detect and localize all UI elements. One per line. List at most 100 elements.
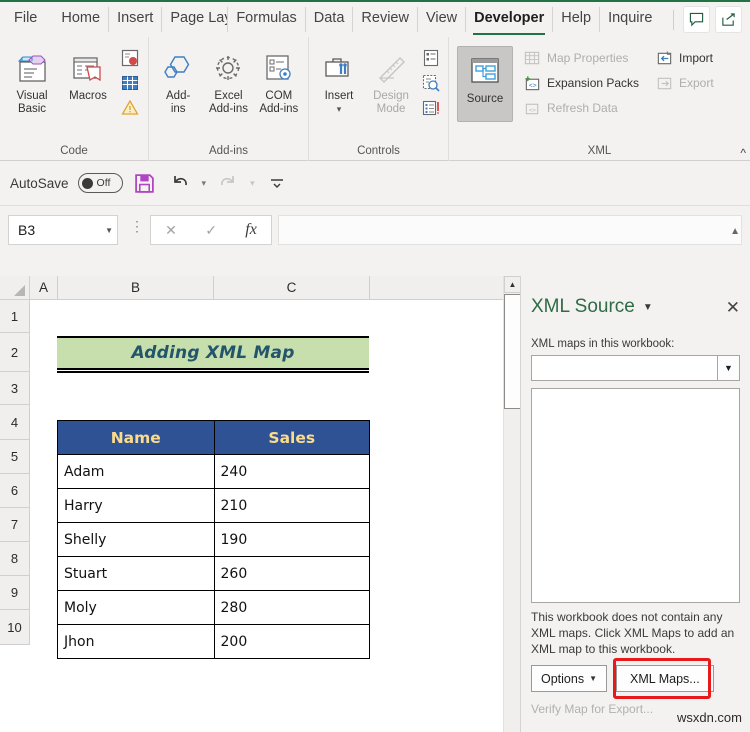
- use-relative-references-button[interactable]: [116, 71, 143, 95]
- tab-insert[interactable]: Insert: [108, 7, 161, 32]
- add-ins-button[interactable]: Add- ins: [153, 44, 203, 116]
- tab-help[interactable]: Help: [552, 7, 599, 32]
- chevron-down-icon[interactable]: ▼: [589, 674, 597, 683]
- row-header-6[interactable]: 6: [0, 474, 30, 508]
- cell-sales[interactable]: 280: [213, 590, 370, 625]
- xml-source-button[interactable]: Source: [457, 46, 513, 122]
- undo-icon[interactable]: [167, 170, 193, 196]
- export-button[interactable]: Export: [651, 71, 717, 95]
- tab-home[interactable]: Home: [53, 7, 108, 32]
- cell-name[interactable]: Stuart: [57, 556, 215, 591]
- com-add-ins-button[interactable]: COM Add-ins: [254, 44, 304, 116]
- view-code-icon: [420, 73, 441, 94]
- redo-dropdown-caret[interactable]: ▾: [250, 178, 255, 189]
- row-header-4[interactable]: 4: [0, 405, 30, 440]
- xml-map-tree-listbox[interactable]: [531, 388, 740, 603]
- cell-name[interactable]: Jhon: [57, 624, 215, 659]
- map-properties-button[interactable]: Map Properties: [519, 46, 651, 70]
- save-icon[interactable]: [132, 170, 158, 196]
- cell-name[interactable]: Adam: [57, 454, 215, 489]
- cell-name[interactable]: Moly: [57, 590, 215, 625]
- tab-formulas[interactable]: Formulas: [227, 7, 304, 32]
- table-header-sales[interactable]: Sales: [213, 420, 370, 455]
- insert-function-icon[interactable]: fx: [245, 221, 257, 239]
- xml-maps-button[interactable]: XML Maps...: [616, 665, 714, 692]
- xml-maps-label: XML maps in this workbook:: [531, 338, 675, 350]
- row-header-10[interactable]: 10: [0, 610, 30, 645]
- column-header-c[interactable]: C: [214, 276, 370, 300]
- share-icon[interactable]: [715, 6, 742, 33]
- scroll-up-icon[interactable]: ▲: [504, 276, 521, 293]
- ribbon-group-controls: Insert ▾ Design Mode Controls: [308, 37, 448, 161]
- design-mode-button[interactable]: Design Mode: [365, 44, 417, 116]
- name-box[interactable]: B3 ▼: [8, 215, 118, 245]
- view-code-button[interactable]: [417, 71, 444, 95]
- pane-menu-caret-icon[interactable]: ▼: [643, 302, 653, 313]
- row-header-9[interactable]: 9: [0, 576, 30, 610]
- expansion-packs-button[interactable]: <> Expansion Packs: [519, 71, 651, 95]
- column-header-a[interactable]: A: [30, 276, 58, 300]
- table-header-name[interactable]: Name: [57, 420, 215, 455]
- cell-sales[interactable]: 200: [213, 624, 370, 659]
- customize-qat-icon[interactable]: [264, 170, 290, 196]
- enter-icon[interactable]: ✓: [205, 222, 217, 239]
- column-header-b[interactable]: B: [58, 276, 214, 300]
- excel-window: File Home Insert Page Layou Formulas Dat…: [0, 0, 750, 732]
- tab-inquire[interactable]: Inquire: [599, 7, 660, 32]
- macros-button[interactable]: Macros: [60, 44, 116, 103]
- cell-sales[interactable]: 210: [213, 488, 370, 523]
- row-header-1[interactable]: 1: [0, 300, 30, 333]
- cell-name[interactable]: Shelly: [57, 522, 215, 557]
- tab-view[interactable]: View: [416, 7, 465, 32]
- collapse-ribbon-icon[interactable]: ^: [740, 146, 746, 160]
- undo-dropdown-caret[interactable]: ▾: [202, 178, 207, 189]
- name-box-caret-icon[interactable]: ▼: [105, 226, 113, 235]
- title-merged-cell[interactable]: Adding XML Map: [57, 336, 369, 373]
- row-header-2[interactable]: 2: [0, 333, 30, 372]
- xml-maps-combo-value[interactable]: [532, 356, 717, 380]
- autosave-toggle[interactable]: Off: [77, 173, 123, 193]
- import-button[interactable]: Import: [651, 46, 717, 70]
- redo-icon[interactable]: [215, 170, 241, 196]
- comment-icon[interactable]: [683, 6, 710, 33]
- record-macro-button[interactable]: [116, 46, 143, 70]
- tab-review[interactable]: Review: [352, 7, 417, 32]
- sheet-cells[interactable]: Adding XML Map Name Sales Adam 240 Harry…: [30, 300, 500, 732]
- cell-name[interactable]: Harry: [57, 488, 215, 523]
- tab-data[interactable]: Data: [304, 7, 353, 32]
- insert-controls-button[interactable]: Insert ▾: [313, 44, 365, 116]
- excel-add-ins-button[interactable]: Excel Add-ins: [203, 44, 253, 116]
- tab-file[interactable]: File: [0, 7, 53, 32]
- run-dialog-button[interactable]: [417, 96, 444, 120]
- options-button[interactable]: Options ▼: [531, 665, 608, 692]
- row-header-7[interactable]: 7: [0, 508, 30, 542]
- tab-developer[interactable]: Developer: [465, 7, 552, 35]
- properties-button[interactable]: [417, 46, 444, 70]
- row-header-8[interactable]: 8: [0, 542, 30, 576]
- ribbon-tab-bar: File Home Insert Page Layou Formulas Dat…: [0, 0, 750, 37]
- table-header-row: Name Sales: [57, 420, 370, 455]
- select-all-corner[interactable]: [0, 276, 30, 300]
- macro-security-button[interactable]: [116, 96, 143, 120]
- tab-page-layout[interactable]: Page Layou: [161, 7, 227, 32]
- refresh-data-button[interactable]: <> Refresh Data: [519, 96, 651, 120]
- xml-maps-combo[interactable]: ▼: [531, 355, 740, 381]
- cancel-icon[interactable]: ✕: [165, 222, 177, 239]
- row-header-3[interactable]: 3: [0, 372, 30, 405]
- close-icon[interactable]: ✕: [726, 299, 740, 316]
- scrollbar-thumb[interactable]: [504, 294, 521, 409]
- visual-basic-button[interactable]: Visual Basic: [4, 44, 60, 116]
- row-headers: 1 2 3 4 5 6 7 8 9 10: [0, 300, 30, 645]
- vertical-scrollbar[interactable]: ▲: [503, 276, 521, 732]
- chevron-down-icon[interactable]: ▼: [717, 356, 739, 380]
- table-row: Moly 280: [57, 590, 370, 625]
- insert-controls-caret[interactable]: ▾: [337, 103, 342, 116]
- column-header-partial[interactable]: [370, 276, 503, 300]
- cell-sales[interactable]: 260: [213, 556, 370, 591]
- cell-sales[interactable]: 240: [213, 454, 370, 489]
- map-properties-label: Map Properties: [547, 51, 629, 65]
- row-header-5[interactable]: 5: [0, 440, 30, 474]
- formula-input[interactable]: [278, 215, 742, 245]
- expand-formula-bar-icon[interactable]: ▲: [730, 226, 740, 237]
- cell-sales[interactable]: 190: [213, 522, 370, 557]
